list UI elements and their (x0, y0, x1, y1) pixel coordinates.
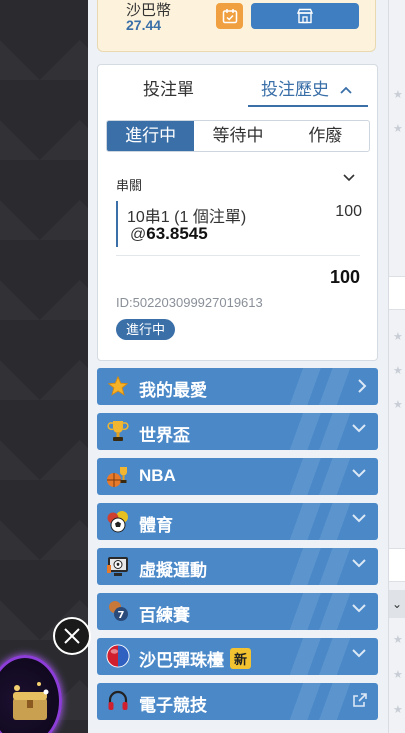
chevron-down-icon (352, 469, 366, 478)
favorite-star-icon[interactable]: ★ (393, 122, 403, 135)
nba-icon (106, 464, 130, 488)
star-icon (106, 374, 130, 398)
favorite-star-icon[interactable]: ★ (393, 398, 403, 411)
chevron-down-icon (352, 649, 366, 658)
bet-tabs: 投注單 投注歷史 (98, 65, 377, 107)
store-icon[interactable] (251, 3, 359, 29)
tab-bet-history[interactable]: 投注歷史 (261, 75, 352, 100)
number-game-icon: 7 (106, 599, 130, 623)
bet-leg-stake: 100 (335, 203, 362, 220)
bet-odds-prefix: @ (130, 226, 147, 243)
chevron-down-icon (352, 604, 366, 613)
category-world-cup[interactable]: 世界盃 (97, 413, 378, 450)
external-link-icon (353, 693, 367, 707)
chevron-down-icon (352, 559, 366, 568)
chevron-down-icon[interactable] (342, 173, 356, 183)
favorite-star-icon[interactable]: ★ (393, 668, 403, 681)
bet-total-stake: 100 (329, 267, 360, 287)
svg-text:7: 7 (118, 610, 125, 621)
bet-status-tabs: 進行中 等待中 作廢 (106, 120, 370, 152)
bet-odds: @63.8545 (130, 224, 208, 244)
tab-status-running[interactable]: 進行中 (107, 121, 195, 151)
favorite-star-icon[interactable]: ★ (393, 633, 403, 646)
tab-status-pending[interactable]: 等待中 (194, 121, 281, 151)
chevron-down-icon (352, 514, 366, 523)
favorite-star-icon[interactable]: ★ (393, 364, 403, 377)
tab-bet-history-label: 投注歷史 (261, 80, 329, 99)
category-label: 電子競技 (139, 696, 207, 715)
virtual-sports-icon (106, 554, 130, 578)
pinball-icon (106, 644, 130, 668)
category-label: 沙巴彈珠檯新 (139, 646, 252, 671)
chevron-down-icon (352, 424, 366, 433)
category-favorites[interactable]: 我的最愛 (97, 368, 378, 405)
favorite-star-icon[interactable]: ★ (393, 88, 403, 101)
chevron-up-icon (340, 86, 352, 94)
bet-leg: 10串1 (1 個注單) 100 @63.8545 (116, 201, 362, 247)
tab-active-indicator (248, 105, 368, 107)
bet-type-label: 串關 (116, 178, 143, 193)
collapse-chevron-icon[interactable]: ⌄ (389, 590, 405, 618)
tab-status-void[interactable]: 作廢 (282, 121, 369, 151)
trophy-icon (106, 419, 130, 443)
category-pinball[interactable]: 沙巴彈珠檯新 (97, 638, 378, 675)
category-esports[interactable]: 電子競技 (97, 683, 378, 720)
bet-id: ID:502203099927019613 (116, 295, 263, 310)
favorite-star-icon[interactable]: ★ (393, 703, 403, 716)
category-sports[interactable]: 體育 (97, 503, 378, 540)
chevron-right-icon (358, 379, 367, 393)
bet-history-panel: 投注單 投注歷史 進行中 等待中 作廢 串關 10串1 (1 個注單) 100 … (97, 64, 378, 361)
event-list-edge: ★ ★ ★ ★ ★ ⌄ ★ ★ ★ (388, 0, 405, 733)
balance-card: 沙巴幣 27.44 (97, 0, 376, 52)
close-icon (64, 628, 80, 644)
category-label: 百練賽 (139, 606, 190, 625)
favorite-star-icon[interactable]: ★ (393, 330, 403, 343)
category-virtual-sports[interactable]: 虛擬運動 (97, 548, 378, 585)
category-label: 虛擬運動 (139, 561, 207, 580)
calendar-icon[interactable] (216, 3, 243, 29)
sports-balls-icon (106, 509, 130, 533)
balance-amount: 27.44 (126, 17, 162, 33)
category-label-text: 沙巴彈珠檯 (139, 651, 224, 670)
bet-odds-value: 63.8545 (146, 224, 208, 243)
close-promo-button[interactable] (53, 617, 91, 655)
odds-cell[interactable] (389, 548, 405, 582)
status-badge: 進行中 (116, 319, 176, 340)
category-nba[interactable]: NBA (97, 458, 378, 495)
divider (116, 255, 360, 256)
headset-icon (106, 689, 130, 713)
category-label: 體育 (139, 516, 173, 535)
tab-bet-slip[interactable]: 投注單 (143, 75, 194, 100)
category-number-game[interactable]: 7 百練賽 (97, 593, 378, 630)
odds-cell[interactable] (389, 276, 405, 310)
category-label: NBA (139, 466, 176, 485)
category-label: 我的最愛 (139, 381, 207, 400)
category-label: 世界盃 (139, 426, 190, 445)
new-badge: 新 (230, 648, 252, 669)
